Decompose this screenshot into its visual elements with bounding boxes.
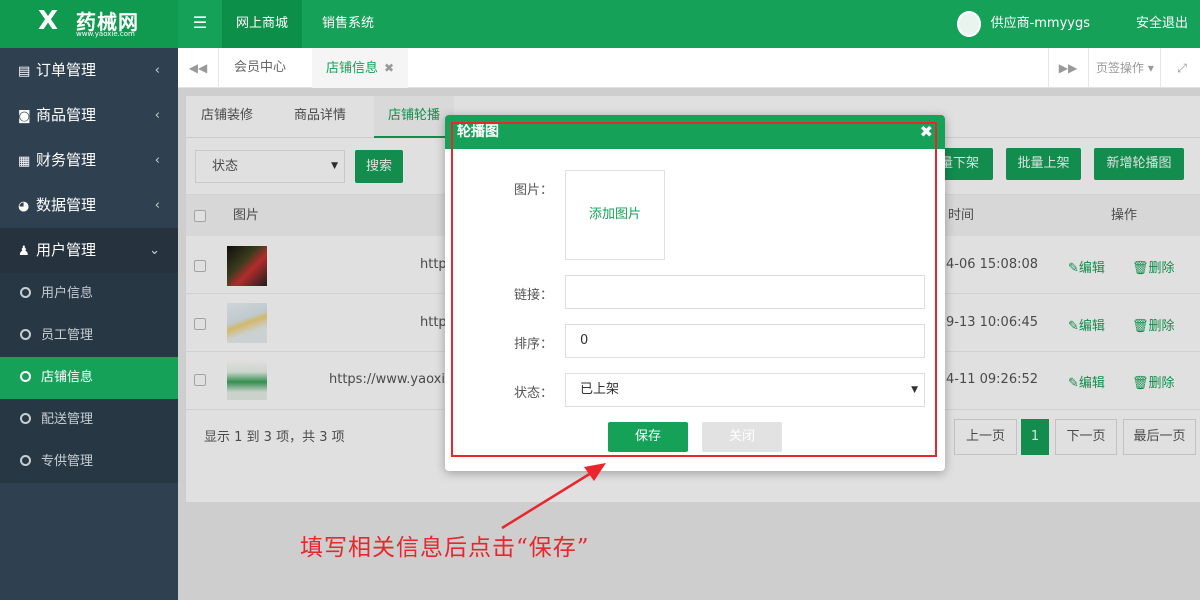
scroll-left-icon[interactable]: ◀◀ [178,48,218,88]
highlight-box [451,122,937,457]
sidebar: ▤ 订单管理 ‹ ◙ 商品管理 ‹ ▦ 财务管理 ‹ ◕ 数据管理 ‹ ♟ 用户管理 ⌄ 用户信息 … [0,48,178,600]
sidebar-subitem-label: 专供管理 [41,454,94,469]
menu-icon[interactable]: ☰ [178,0,222,48]
fullscreen-icon[interactable]: ⤢ [1162,48,1200,88]
user-icon: ♟ [18,244,30,259]
close-icon[interactable]: ✖ [384,61,394,75]
chevron-left-icon: ‹ [154,63,160,78]
circle-icon [20,329,31,340]
chevron-left-icon: ‹ [154,198,160,213]
tab-label: 店铺信息 [326,61,379,76]
calculator-icon: ▦ [18,154,31,169]
sidebar-subitem-label: 店铺信息 [41,370,94,385]
avatar [956,11,981,37]
divider [218,48,219,88]
circle-icon [20,455,31,466]
sidebar-item-label: 数据管理 [36,196,97,214]
topnav-mall[interactable]: 网上商城 [222,0,303,48]
chevron-down-icon: ⌄ [149,243,160,258]
logo-mark: X [38,6,59,36]
pie-chart-icon: ◕ [18,199,30,214]
scroll-right-icon[interactable]: ▶▶ [1048,48,1088,88]
tab-shop-info[interactable]: 店铺信息 ✖ [312,48,409,88]
sidebar-item-users[interactable]: ♟ 用户管理 ⌄ [0,228,178,273]
sidebar-item-label: 用户管理 [36,241,97,259]
chevron-left-icon: ‹ [154,108,160,123]
sidebar-subitem-shop-info[interactable]: 店铺信息 [0,357,178,399]
circle-icon [20,413,31,424]
sidebar-item-data[interactable]: ◕ 数据管理 ‹ [0,183,178,228]
page-ops-dropdown[interactable]: 页签操作 ▾ [1096,48,1154,88]
sidebar-subitem-label: 员工管理 [41,328,94,343]
document-icon: ▤ [18,64,31,79]
top-bar: X 药械网 www.yaoxie.com ☰ 网上商城 销售系统 供应商-mmy… [0,0,1200,48]
logout-link[interactable]: 安全退出 [1136,0,1188,48]
sidebar-subitem-user-info[interactable]: 用户信息 [0,273,178,315]
sidebar-item-orders[interactable]: ▤ 订单管理 ‹ [0,48,178,93]
chevron-left-icon: ‹ [154,153,160,168]
annotation-text: 填写相关信息后点击“保存” [300,535,590,561]
sidebar-item-finance[interactable]: ▦ 财务管理 ‹ [0,138,178,183]
tab-member-center[interactable]: 会员中心 [220,48,300,88]
topnav-sales[interactable]: 销售系统 [308,0,388,48]
user-menu[interactable]: 供应商-mmyygs [956,0,1090,48]
sidebar-item-label: 订单管理 [36,61,97,79]
sidebar-subitem-exclusive[interactable]: 专供管理 [0,441,178,483]
logo-subtitle: www.yaoxie.com [76,30,135,38]
divider [1088,48,1089,88]
circle-icon [20,287,31,298]
divider [1160,48,1161,88]
sidebar-subitem-label: 用户信息 [41,286,94,301]
user-name: 供应商-mmyygs [990,16,1090,31]
sidebar-subitem-label: 配送管理 [41,412,94,427]
sidebar-subitem-delivery[interactable]: 配送管理 [0,399,178,441]
sidebar-subitem-staff[interactable]: 员工管理 [0,315,178,357]
circle-icon [20,371,31,382]
caret-down-icon: ▾ [1144,61,1154,75]
logo[interactable]: X 药械网 www.yaoxie.com [0,0,178,48]
sidebar-item-label: 财务管理 [36,151,97,169]
sidebar-item-products[interactable]: ◙ 商品管理 ‹ [0,93,178,138]
tab-bar: ◀◀ 会员中心 店铺信息 ✖ ▶▶ 页签操作 ▾ ⤢ [178,48,1200,88]
bag-icon: ◙ [18,109,31,124]
sidebar-item-label: 商品管理 [36,106,97,124]
page-ops-label: 页签操作 [1096,61,1145,75]
